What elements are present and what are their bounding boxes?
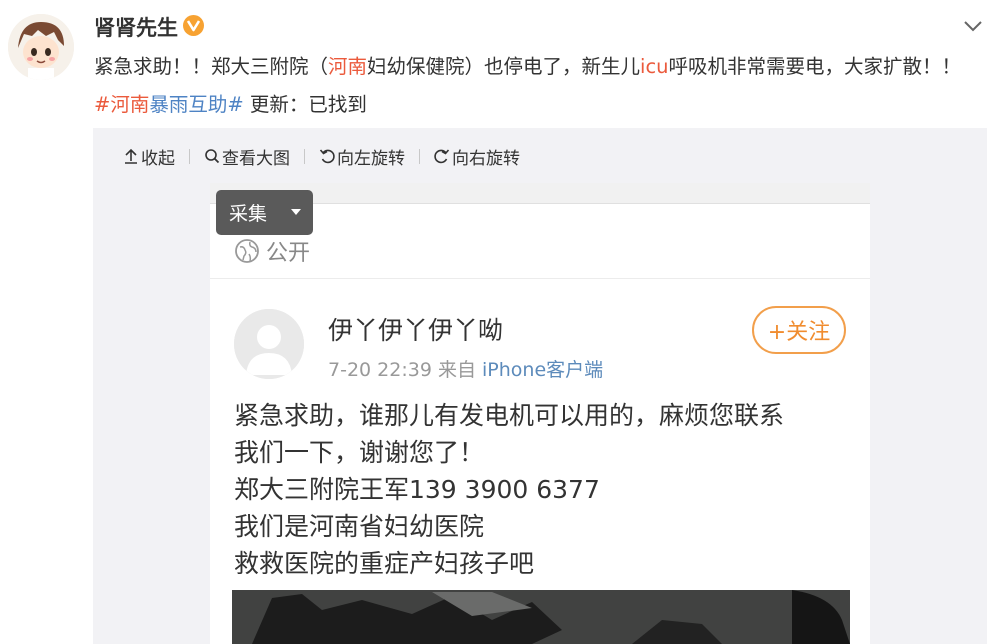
rotate-left-label: 向左旋转 [337, 148, 405, 169]
rotate-left-button[interactable]: 向左旋转 [319, 144, 405, 169]
author-avatar[interactable] [8, 14, 74, 80]
hashtag-rest: 暴雨互助# [149, 93, 244, 116]
rotate-right-icon [434, 149, 450, 164]
device-label: iPhone客户端 [482, 359, 604, 381]
toolbar-divider [189, 148, 190, 164]
hashtag-link[interactable]: #河南暴雨互助# [94, 93, 244, 116]
avatar-cartoon-icon [8, 14, 74, 80]
collect-label: 采集 [229, 203, 268, 225]
hashtag-highlight: #河南 [94, 93, 150, 116]
collect-button[interactable]: 采集 [216, 190, 313, 235]
timestamp: 7-20 22:39 [328, 359, 432, 381]
rotate-right-button[interactable]: 向右旋转 [434, 144, 520, 169]
toolbar-divider [304, 148, 305, 164]
visibility-text: 公开 [266, 241, 311, 266]
follow-button: +关注 [752, 306, 846, 354]
view-large-label: 查看大图 [222, 148, 290, 169]
verified-badge-icon [183, 15, 204, 36]
body-line: 我们一下，谢谢您了！ [234, 438, 485, 467]
embedded-photo [232, 590, 850, 644]
screenshot-body: 紧急求助，谁那儿有发电机可以用的，麻烦您联系 我们一下，谢谢您了！ 郑大三附院王… [234, 397, 784, 582]
view-large-button[interactable]: 查看大图 [204, 144, 290, 169]
collapse-label: 收起 [141, 148, 175, 169]
rotate-left-icon [319, 149, 335, 164]
highlight-keyword[interactable]: 河南 [328, 55, 367, 78]
search-icon [205, 149, 220, 164]
chevron-down-icon[interactable] [961, 14, 985, 38]
body-line: 郑大三附院王军139 3900 6377 [234, 475, 600, 504]
image-toolbar: 收起 查看大图 向左旋转 向右旋转 [123, 144, 520, 169]
collapse-button[interactable]: 收起 [123, 144, 175, 169]
caret-down-icon [291, 209, 301, 215]
body-line: 救救医院的重症产妇孩子吧 [234, 549, 535, 578]
highlight-keyword[interactable]: icu [640, 55, 669, 78]
toolbar-divider [419, 148, 420, 164]
body-line: 我们是河南省妇幼医院 [234, 512, 485, 541]
screenshot-user-name: 伊丫伊丫伊丫呦 [328, 316, 504, 345]
post-text: 紧急求助！！郑大三附院（河南妇幼保健院）也停电了，新生儿icu呼吸机非常需要电，… [94, 48, 974, 124]
visibility-label: 公开 [234, 235, 310, 267]
post-text-part: 更新：已找到 [243, 93, 367, 116]
post-text-part: 呼吸机非常需要电，大家扩散！！ [668, 55, 962, 78]
body-line: 紧急求助，谁那儿有发电机可以用的，麻烦您联系 [234, 401, 785, 430]
divider [210, 278, 870, 279]
arrow-up-icon [125, 148, 137, 164]
rotate-right-label: 向右旋转 [452, 148, 520, 169]
post-text-part: 紧急求助！！郑大三附院（ [94, 55, 329, 78]
globe-icon [235, 239, 259, 263]
screenshot-meta: 7-20 22:39 来自 iPhone客户端 [328, 355, 603, 382]
post-image[interactable]: 公开 伊丫伊丫伊丫呦 7-20 22:39 来自 iPhone客户端 +关注 紧… [210, 183, 870, 644]
default-avatar-icon [234, 309, 304, 379]
from-label: 来自 [437, 359, 476, 381]
author-name[interactable]: 肾肾先生 [94, 12, 178, 42]
post-text-part: 妇幼保健院）也停电了，新生儿 [367, 55, 641, 78]
